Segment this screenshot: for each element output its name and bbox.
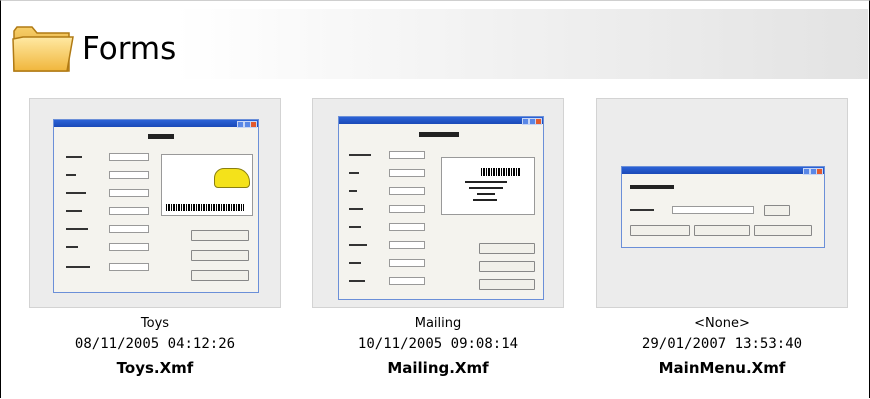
form-date: 29/01/2007 13:53:40 <box>641 336 803 352</box>
form-thumbnail[interactable] <box>29 98 281 308</box>
toys-form-preview <box>53 119 259 293</box>
mainmenu-form-preview <box>621 166 825 248</box>
form-file[interactable]: Toys.Xmf <box>29 359 281 377</box>
form-thumbnail[interactable] <box>312 98 564 308</box>
page-title: Forms <box>82 31 177 67</box>
forms-panel: Forms Toys 08/11/2005 04:12:26 Toys.Xmf … <box>0 0 870 398</box>
folder-icon <box>12 26 74 72</box>
header-bar: Forms <box>2 9 868 79</box>
form-file[interactable]: Mailing.Xmf <box>312 359 564 377</box>
form-date: 10/11/2005 09:08:14 <box>357 336 519 352</box>
form-name: Mailing <box>414 316 462 331</box>
form-file[interactable]: MainMenu.Xmf <box>596 359 848 377</box>
form-name: <None> <box>694 316 750 331</box>
form-date: 08/11/2005 04:12:26 <box>74 336 236 352</box>
form-name: Toys <box>140 316 170 331</box>
form-thumbnail[interactable] <box>596 98 848 308</box>
mailing-form-preview <box>338 116 544 300</box>
